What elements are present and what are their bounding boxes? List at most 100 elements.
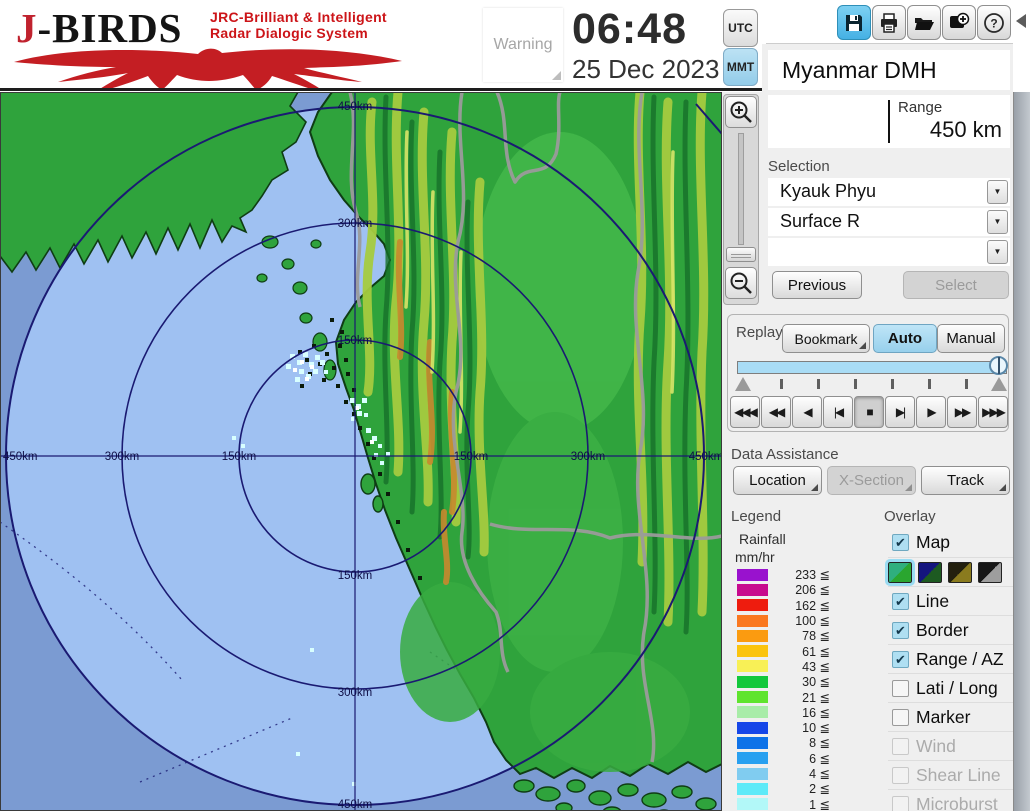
line-checkbox[interactable] [892,593,909,610]
auto-button[interactable]: Auto [873,324,937,353]
zoom-slider-track[interactable] [738,133,744,245]
skip-to-end-button[interactable]: ▶▶▶ [978,396,1008,428]
legend-threshold: 6 ≦ [768,751,830,766]
map-style-swatch-2[interactable] [948,562,972,583]
replay-panel: Replay Bookmark Auto Manual ◀◀◀◀◀◀|◀■▶|▶… [727,314,1009,432]
selection-dropdown-0[interactable]: Kyauk Phyu [768,178,1010,206]
legend-color-swatch [737,676,768,688]
legend-row: 43 ≦ [737,659,847,674]
legend-color-swatch [737,599,768,611]
shear-line-checkbox[interactable] [892,767,909,784]
legend-threshold: 4 ≦ [768,766,830,781]
overlay-item-range-az: Range / AZ [888,644,1013,673]
fast-forward-button[interactable]: ▶▶ [947,396,977,428]
legend-row: 233 ≦ [737,567,847,582]
dropdown-arrow-icon[interactable] [987,210,1008,234]
marker-checkbox[interactable] [892,709,909,726]
legend-row: 21 ≦ [737,689,847,704]
overlay-item-microburst: Microburst [888,789,1013,811]
map-style-swatch-0[interactable] [888,562,912,583]
legend-row: 206 ≦ [737,582,847,597]
radar-map[interactable]: 450km 300km 150km 150km 300km 450km 450k… [0,92,722,811]
overlay-item-label: Map [916,532,950,553]
manual-button[interactable]: Manual [937,324,1005,353]
ring-label: 450km [689,451,722,463]
skip-to-start-button[interactable]: ◀◀◀ [730,396,760,428]
lati-long-checkbox[interactable] [892,680,909,697]
legend-color-swatch [737,722,768,734]
legend-threshold: 233 ≦ [768,567,830,582]
dropdown-value: Surface R [780,211,860,232]
print-button[interactable] [872,5,906,40]
ring-label: 300km [338,687,373,699]
legend-row: 61 ≦ [737,643,847,658]
save-icon [843,12,865,34]
svg-text:?: ? [990,16,997,30]
map-checkbox[interactable] [892,534,909,551]
help-button[interactable]: ? [977,5,1011,40]
zoom-out-button[interactable] [725,267,757,299]
bookmark-button[interactable]: Bookmark [782,324,870,353]
map-style-swatches [888,557,1013,586]
clock-time: 06:48 [572,5,722,54]
add-image-button[interactable] [942,5,976,40]
zoom-in-icon [728,99,754,125]
wind-checkbox[interactable] [892,738,909,755]
stop-button[interactable]: ■ [854,396,884,428]
radar-map-svg: 450km 300km 150km 150km 300km 450km 450k… [0,92,722,811]
ring-label: 450km [338,101,373,113]
zoom-in-button[interactable] [725,96,757,128]
add-image-icon [947,11,971,35]
x-section-button[interactable]: X-Section [827,466,916,495]
legend-threshold: 162 ≦ [768,598,830,613]
slider-end-marker[interactable] [991,377,1007,391]
map-style-swatch-3[interactable] [978,562,1002,583]
selection-dropdown-1[interactable]: Surface R [768,208,1010,236]
replay-slider-track[interactable] [737,361,1007,374]
border-checkbox[interactable] [892,622,909,639]
track-button[interactable]: Track [921,466,1010,495]
help-icon: ? [982,11,1006,35]
ring-label: 300km [105,451,140,463]
mmt-button[interactable]: MMT [723,48,758,86]
selection-dropdown-2[interactable] [768,238,1010,266]
warning-panel[interactable]: Warning [483,8,563,82]
utc-button[interactable]: UTC [723,9,758,47]
panel-scrollbar[interactable] [1013,92,1030,811]
replay-slider-thumb[interactable] [989,356,1008,375]
legend-title-rainfall: Rainfall [739,531,786,547]
step-back-button[interactable]: |◀ [823,396,853,428]
dropdown-arrow-icon[interactable] [987,240,1008,264]
save-button[interactable] [837,5,871,40]
play-button[interactable]: ▶ [916,396,946,428]
range-label: Range [898,99,942,116]
overlay-item-marker: Marker [888,702,1013,731]
legend-threshold: 16 ≦ [768,705,830,720]
overlay-item-border: Border [888,615,1013,644]
step-forward-button[interactable]: ▶| [885,396,915,428]
microburst-checkbox[interactable] [892,796,909,811]
ring-label: 150km [338,570,373,582]
range-az-checkbox[interactable] [892,651,909,668]
ring-label: 150km [338,335,373,347]
overlay-item-lati-long: Lati / Long [888,673,1013,702]
previous-button[interactable]: Previous [772,271,862,299]
warning-label: Warning [483,36,563,54]
fast-rewind-button[interactable]: ◀◀ [761,396,791,428]
overlay-item-wind: Wind [888,731,1013,760]
legend-row: 30 ≦ [737,674,847,689]
zoom-slider-thumb[interactable] [726,247,756,262]
station-name: Myanmar DMH [782,57,937,84]
ring-label: 450km [3,451,38,463]
location-button[interactable]: Location [733,466,822,495]
legend-color-swatch [737,660,768,672]
map-style-swatch-1[interactable] [918,562,942,583]
legend-threshold: 10 ≦ [768,720,830,735]
open-folder-button[interactable] [907,5,941,40]
panel-collapse-arrow-icon[interactable] [1016,14,1026,28]
dropdown-value: Kyauk Phyu [780,181,876,202]
play-reverse-button[interactable]: ◀ [792,396,822,428]
slider-start-marker[interactable] [735,377,751,391]
select-button[interactable]: Select [903,271,1009,299]
dropdown-arrow-icon[interactable] [987,180,1008,204]
